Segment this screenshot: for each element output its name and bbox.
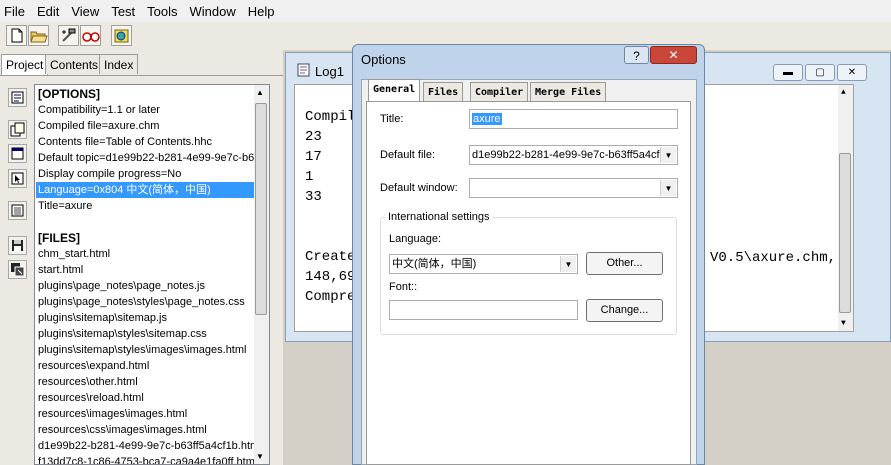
log-line: 1: [305, 169, 314, 185]
menu-help[interactable]: Help: [242, 4, 281, 19]
log-scrollbar[interactable]: ▲ ▼: [838, 85, 853, 331]
view-compiled-icon[interactable]: [80, 25, 101, 46]
save-all-compile-icon[interactable]: [8, 260, 27, 279]
language-combo[interactable]: 中文(简体，中国) ▼: [389, 254, 578, 274]
list-item[interactable]: resources\other.html: [38, 374, 138, 390]
font-field[interactable]: [389, 300, 578, 320]
other-button[interactable]: Other...: [586, 252, 663, 275]
chevron-down-icon[interactable]: ▼: [560, 256, 576, 272]
list-item[interactable]: Default topic=d1e99b22-b281-4e99-9e7c-b6…: [38, 150, 260, 166]
tab-project[interactable]: Project: [1, 54, 49, 76]
scroll-thumb[interactable]: [255, 103, 267, 315]
log-line: Compil: [305, 109, 356, 125]
list-item[interactable]: Title=axure: [38, 198, 92, 214]
log-line: Create: [305, 249, 356, 265]
log-line: 148,69: [305, 269, 356, 285]
log-line: 17: [305, 149, 322, 165]
list-item[interactable]: Contents file=Table of Contents.hhc: [38, 134, 212, 150]
tab-files[interactable]: Files: [423, 82, 464, 101]
minimize-button[interactable]: ▬: [773, 64, 803, 81]
scroll-down-arrow-icon[interactable]: ▼: [841, 319, 846, 328]
list-item[interactable]: Compatibility=1.1 or later: [38, 102, 160, 118]
list-item[interactable]: f13dd7c8-1c86-4753-bca7-ca9a4e1fa0ff.htm…: [38, 454, 257, 464]
scroll-up-arrow-icon[interactable]: ▲: [256, 88, 264, 97]
tab-contents[interactable]: Contents: [45, 54, 104, 74]
save-project-icon[interactable]: [8, 236, 27, 255]
list-item[interactable]: plugins\sitemap\styles\sitemap.css: [38, 326, 207, 342]
change-button[interactable]: Change...: [586, 299, 663, 322]
dialog-title: Options: [361, 52, 406, 67]
scroll-thumb[interactable]: [839, 153, 851, 313]
list-item[interactable]: resources\expand.html: [38, 358, 149, 374]
new-file-icon[interactable]: [6, 25, 27, 46]
log-line: 23: [305, 129, 322, 145]
list-item[interactable]: start.html: [38, 262, 83, 278]
title-input[interactable]: axure: [469, 109, 678, 129]
menu-window[interactable]: Window: [184, 4, 242, 19]
log-window-icon: [297, 63, 311, 80]
dialog-close-button[interactable]: ✕: [650, 46, 697, 64]
default-window-label: Default window:: [380, 182, 458, 194]
menu-file[interactable]: File: [0, 4, 31, 19]
menu-tools[interactable]: Tools: [141, 4, 183, 19]
window-types-icon[interactable]: [8, 144, 27, 163]
list-item[interactable]: Compiled file=axure.chm: [38, 118, 159, 134]
menu-edit[interactable]: Edit: [31, 4, 65, 19]
language-value: 中文(简体，中国): [392, 258, 477, 270]
list-item[interactable]: resources\css\images\images.html: [38, 422, 207, 438]
menu-test[interactable]: Test: [105, 4, 141, 19]
international-settings-label: International settings: [386, 211, 492, 223]
list-item[interactable]: plugins\page_notes\page_notes.js: [38, 278, 205, 294]
chevron-down-icon[interactable]: ▼: [660, 180, 676, 196]
tab-merge-files[interactable]: Merge Files: [530, 82, 607, 101]
title-label: Title:: [380, 113, 404, 125]
list-item[interactable]: plugins\page_notes\styles\page_notes.css: [38, 294, 245, 310]
list-item[interactable]: Display compile progress=No: [38, 166, 181, 182]
title-input-value: axure: [472, 113, 502, 125]
log-window-title: Log1: [315, 64, 344, 79]
maximize-button[interactable]: ▢: [805, 64, 835, 81]
list-item[interactable]: [OPTIONS]: [38, 86, 100, 102]
menu-view[interactable]: View: [65, 4, 105, 19]
list-item[interactable]: chm_start.html: [38, 246, 110, 262]
project-file-list[interactable]: [OPTIONS] Compatibility=1.1 or later Compi…: [34, 84, 270, 465]
list-scrollbar[interactable]: ▲ ▼: [254, 85, 269, 464]
list-item[interactable]: [FILES]: [38, 230, 80, 246]
list-item[interactable]: resources\reload.html: [38, 390, 144, 406]
list-item[interactable]: Language=0x804 中文(简体，中国): [36, 182, 256, 198]
list-item[interactable]: d1e99b22-b281-4e99-9e7c-b63ff5a4cf1b.htm: [38, 438, 259, 454]
log-output-path: V0.5\axure.chm,: [710, 250, 837, 266]
list-item[interactable]: plugins\sitemap\styles\images\images.htm…: [38, 342, 246, 358]
scroll-up-arrow-icon[interactable]: ▲: [841, 88, 846, 97]
list-item[interactable]: plugins\sitemap\sitemap.js: [38, 310, 167, 326]
font-label: Font::: [389, 281, 418, 293]
help-button[interactable]: ?: [624, 46, 649, 64]
api-information-icon[interactable]: [8, 201, 27, 220]
tab-index[interactable]: Index: [99, 54, 139, 74]
tab-general[interactable]: General: [368, 79, 421, 102]
compile-icon[interactable]: [58, 25, 79, 46]
list-item[interactable]: resources\images\images.html: [38, 406, 187, 422]
default-file-label: Default file:: [380, 149, 436, 161]
menu-bar: File Edit View Test Tools Window Help: [0, 0, 891, 23]
change-options-icon[interactable]: [8, 88, 27, 107]
add-remove-files-icon[interactable]: [8, 120, 27, 139]
default-window-combo[interactable]: ▼: [469, 178, 678, 198]
default-file-combo[interactable]: d1e99b22-b281-4e99-9e7c-b63ff5a4cf1 ▼: [469, 145, 678, 165]
close-button[interactable]: ✕: [837, 64, 867, 81]
open-folder-icon[interactable]: [28, 25, 49, 46]
chevron-down-icon[interactable]: ▼: [660, 147, 676, 163]
scroll-down-arrow-icon[interactable]: ▼: [256, 452, 264, 461]
log-line: Compre: [305, 289, 356, 305]
log-line: 33: [305, 189, 322, 205]
mapping-icon[interactable]: [8, 169, 27, 188]
language-label: Language:: [389, 233, 441, 245]
default-file-value: d1e99b22-b281-4e99-9e7c-b63ff5a4cf1: [472, 149, 666, 161]
tab-divider: [0, 75, 283, 76]
help-globe-icon[interactable]: [111, 25, 132, 46]
tab-compiler[interactable]: Compiler: [470, 82, 529, 101]
